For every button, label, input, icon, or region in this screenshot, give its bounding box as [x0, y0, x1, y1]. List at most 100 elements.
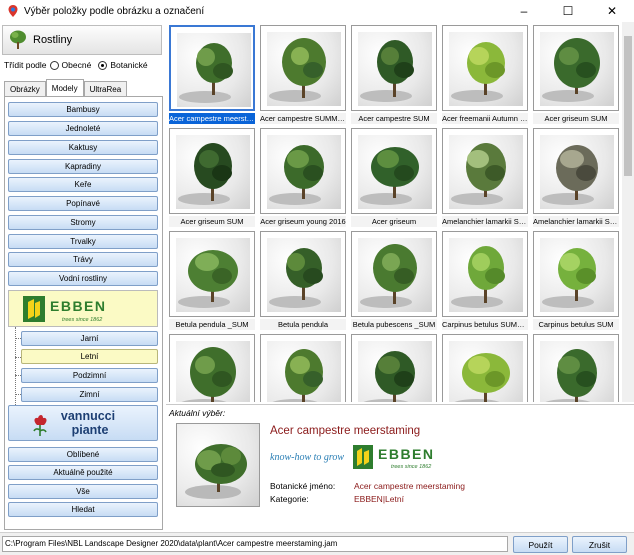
tab-models[interactable]: Modely [45, 79, 84, 96]
category-kapradiny[interactable]: Kapradiny [8, 159, 158, 174]
category-popinave[interactable]: Popínavé [8, 196, 158, 211]
selection-caption: Aktuální výběr: [169, 408, 226, 418]
plant-tile[interactable]: Acer freemanii Autumn Blaze [442, 25, 528, 125]
plant-thumbnail [169, 231, 255, 317]
sort-botanical-radio[interactable] [98, 60, 108, 70]
tree-image [451, 143, 506, 205]
plant-tile[interactable]: Amelanchier lamarkii SUM [533, 128, 619, 228]
sort-botanical-label[interactable]: Botanické [110, 60, 147, 70]
tab-bar: Obrázky Modely UltraRea [4, 79, 128, 96]
sort-common-radio[interactable] [49, 60, 59, 70]
category-title: Rostliny [33, 34, 73, 46]
category-travy[interactable]: Trávy [8, 252, 158, 267]
category-stromy[interactable]: Stromy [8, 215, 158, 230]
plant-thumbnail [260, 128, 346, 214]
botanical-name-value: Acer campestre meerstaming [354, 481, 466, 491]
season-zimni[interactable]: Zimní [21, 387, 158, 402]
plant-tile-label: Acer griseum [351, 216, 437, 227]
tree-image [542, 38, 600, 102]
plant-tile-label: Acer campestre SUM [351, 113, 437, 124]
plant-tile[interactable]: Carpinus betulus SUMMER [442, 231, 528, 331]
plant-tile[interactable] [533, 334, 619, 402]
plant-tile-label: Carpinus betulus SUM [533, 319, 619, 330]
category-jednolete[interactable]: Jednoleté [8, 121, 158, 136]
plant-tile[interactable]: Carpinus betulus SUM [533, 231, 619, 331]
maximize-button[interactable]: ☐ [546, 0, 590, 22]
tree-image [269, 145, 324, 205]
selection-panel: Aktuální výběr: Acer campestre meerstami… [166, 404, 634, 530]
ebben-logo-button[interactable]: EBBEN trees since 1862 [8, 290, 158, 327]
vannucci-logo-line1: vannucci [61, 409, 115, 423]
plant-thumbnail [169, 334, 255, 402]
recently-used-button[interactable]: Aktuálně použité [8, 465, 158, 480]
favorites-button[interactable]: Oblíbené [8, 447, 158, 462]
title-bar: Výběr položky podle obrázku a označení –… [0, 0, 634, 22]
scrollbar-thumb[interactable] [624, 36, 632, 176]
plant-tile[interactable]: Betula pubescens _SUM [351, 231, 437, 331]
season-letni[interactable]: Letní [21, 349, 158, 364]
search-button[interactable]: Hledat [8, 502, 158, 517]
plant-tile[interactable]: Acer griseum SUM [169, 128, 255, 228]
tab-ultrarea[interactable]: UltraRea [83, 81, 128, 96]
category-kere[interactable]: Keře [8, 177, 158, 192]
vannucci-logo-button[interactable]: vannucci piante [8, 405, 158, 441]
plant-tile-label: Acer griseum young 2016 [260, 216, 346, 227]
all-button[interactable]: Vše [8, 484, 158, 499]
cancel-button[interactable]: Zrušit [572, 536, 627, 553]
tree-connector [15, 327, 16, 413]
file-path-field[interactable]: C:\Program Files\NBL Landscape Designer … [2, 536, 508, 552]
category-value: EBBEN|Letní [354, 494, 404, 504]
plant-tile-label: Amelanchier lamarkii SUM [442, 216, 528, 227]
plant-tile-label: Betula pendula [260, 319, 346, 330]
plant-tile[interactable] [260, 334, 346, 402]
plant-tile-label: Acer griseum SUM [169, 216, 255, 227]
plant-thumbnail [533, 334, 619, 402]
plant-tile[interactable]: Acer griseum SUM [533, 25, 619, 125]
sort-label: Třídit podle [4, 60, 47, 70]
season-jarni[interactable]: Jarní [21, 331, 158, 346]
window-title: Výběr položky podle obrázku a označení [24, 5, 205, 17]
plant-tile[interactable] [351, 334, 437, 402]
plant-thumbnail [351, 334, 437, 402]
vertical-scrollbar[interactable] [622, 22, 634, 402]
use-button[interactable]: Použít [513, 536, 568, 553]
map-pin-icon [8, 5, 18, 17]
plant-thumbnail [260, 334, 346, 402]
plant-tile[interactable]: Acer campestre SUMMER [260, 25, 346, 125]
tree-image [451, 246, 505, 308]
category-kaktusy[interactable]: Kaktusy [8, 140, 158, 155]
plant-thumbnail [442, 334, 528, 402]
plant-thumbnail [260, 25, 346, 111]
plant-tile[interactable]: Betula pendula [260, 231, 346, 331]
category-bambusy[interactable]: Bambusy [8, 102, 158, 117]
plant-thumbnail [351, 25, 437, 111]
plant-tile[interactable]: Acer griseum [351, 128, 437, 228]
plant-tile-label: Acer campestre SUMMER [260, 113, 346, 124]
plant-tile[interactable]: Acer griseum young 2016 [260, 128, 346, 228]
tree-image [360, 147, 419, 205]
close-button[interactable]: ✕ [590, 0, 634, 22]
plant-tile[interactable]: Acer campestre meerstaming [169, 25, 255, 125]
tree-image [360, 244, 417, 308]
plant-thumbnail [169, 128, 255, 214]
plant-tile-label: Betula pubescens _SUM [351, 319, 437, 330]
tree-image [363, 351, 415, 402]
tree-image [360, 40, 414, 102]
plant-tile[interactable] [169, 334, 255, 402]
category-vodni-rostliny[interactable]: Vodní rostliny [8, 271, 158, 286]
plant-tile[interactable]: Betula pendula _SUM [169, 231, 255, 331]
plant-tile[interactable]: Amelanchier lamarkii SUM [442, 128, 528, 228]
category-trvalky[interactable]: Trvalky [8, 234, 158, 249]
plant-tile[interactable]: Acer campestre SUM [351, 25, 437, 125]
sort-common-label[interactable]: Obecné [62, 60, 92, 70]
minimize-button[interactable]: – [502, 0, 546, 22]
category-header[interactable]: Rostliny [2, 25, 162, 55]
tree-image [269, 38, 326, 102]
tree-image [179, 43, 233, 103]
plant-tile[interactable] [442, 334, 528, 402]
tree-thumbnail-image [185, 444, 247, 499]
tab-images[interactable]: Obrázky [4, 81, 46, 96]
plant-tile-label: Carpinus betulus SUMMER [442, 319, 528, 330]
tree-image [454, 353, 510, 402]
season-podzimni[interactable]: Podzimní [21, 368, 158, 383]
